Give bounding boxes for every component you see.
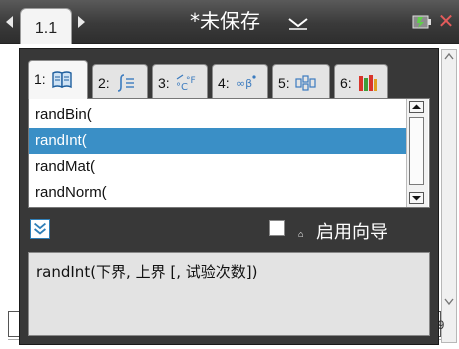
tab-catalog-3[interactable]: 3: °C °F (152, 64, 208, 98)
tab-catalog-5[interactable]: 5: (272, 64, 330, 98)
tab-number: 3: (158, 75, 170, 91)
syntax-help-text: randInt(下界, 上界 [, 试验次数]) (36, 263, 258, 281)
next-page-icon[interactable] (78, 16, 85, 28)
title-bar: 1.1 *未保存 ✕ (0, 0, 459, 44)
page-tab[interactable]: 1.1 (20, 8, 72, 44)
tab-number: 1: (34, 71, 46, 87)
symbols-icon: ∞β (236, 75, 256, 90)
list-item[interactable]: randBin( (29, 102, 407, 128)
page-number: 1.1 (34, 20, 58, 37)
tab-number: 6: (340, 75, 352, 91)
scroll-up-icon[interactable] (409, 101, 424, 113)
library-icon (359, 75, 377, 91)
scroll-down-icon[interactable] (444, 298, 454, 306)
templates-icon (295, 75, 316, 91)
scroll-down-icon[interactable] (409, 192, 424, 204)
tab-catalog-2[interactable]: 2: (92, 64, 148, 98)
chevron-double-down-icon[interactable] (30, 219, 50, 239)
book-icon (52, 71, 72, 89)
tab-catalog-1[interactable]: 1: (28, 60, 88, 99)
tab-number: 2: (98, 75, 110, 91)
chevron-down-icon[interactable] (286, 13, 310, 31)
catalog-tabs: 1: 2: 3: °C °F 4: ∞β 5: 6: (28, 60, 428, 99)
list-scroll-thumb[interactable] (409, 117, 424, 185)
scroll-up-icon[interactable] (444, 52, 454, 60)
list-item[interactable]: randNorm( (29, 180, 407, 206)
key-hint-icon: ⌂ (298, 229, 304, 239)
list-item[interactable]: randMat( (29, 154, 407, 180)
close-icon[interactable]: ✕ (437, 10, 455, 32)
list-item-selected[interactable]: randInt( (29, 128, 407, 154)
units-icon: °C °F (176, 74, 196, 93)
tab-catalog-4[interactable]: 4: ∞β (212, 64, 268, 98)
svg-text:∞β: ∞β (236, 77, 252, 90)
tab-catalog-6[interactable]: 6: (334, 64, 388, 98)
previous-page-icon[interactable] (6, 16, 13, 28)
svg-text:°F: °F (186, 76, 196, 86)
document-title[interactable]: *未保存 (190, 8, 260, 34)
wizard-checkbox[interactable] (269, 220, 285, 236)
catalog-list[interactable]: randBin( randInt( randMat( randNorm( (28, 98, 430, 208)
integral-icon (117, 74, 134, 92)
tab-number: 5: (278, 75, 290, 91)
wizard-label[interactable]: 启用向导 (316, 221, 388, 245)
battery-icon (412, 15, 431, 29)
tab-number: 4: (218, 75, 230, 91)
